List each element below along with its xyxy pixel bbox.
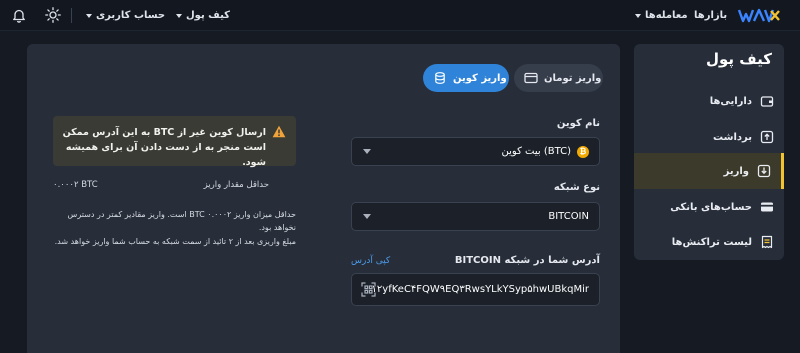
chevron-down-icon — [363, 149, 371, 154]
tab-label: واریز کوین — [453, 72, 507, 84]
min-deposit-value: ۰.۰۰۰۲ BTC — [53, 180, 98, 190]
nav-account-label: حساب کاربری — [96, 10, 166, 21]
nav-divider — [71, 8, 72, 23]
receipt-icon — [761, 235, 773, 249]
sidebar-item-deposit[interactable]: واریز — [634, 153, 784, 189]
nav-markets[interactable]: بازارها — [694, 0, 727, 31]
warning-text: ارسال کوین غیر از BTC به این آدرس ممکن ا… — [62, 127, 266, 168]
copy-address-link[interactable]: کپی آدرس — [351, 256, 390, 266]
nav-account[interactable]: حساب کاربری — [86, 0, 165, 31]
coin-select[interactable]: بیت کوین (BTC) ₿ — [351, 137, 600, 166]
sidebar-item-withdraw[interactable]: برداشت — [634, 119, 784, 155]
tab-label: واریز تومان — [544, 72, 602, 84]
bell-icon[interactable] — [12, 8, 26, 23]
upload-icon — [760, 130, 774, 144]
nav-trades-label: معامله‌ها — [645, 10, 688, 21]
logo[interactable] — [738, 8, 780, 23]
confirmation-note: مبلغ واریزی بعد از ۲ تائید از سمت شبکه ب… — [54, 237, 296, 246]
card-icon — [524, 72, 538, 84]
sidebar-item-assets[interactable]: دارایی‌ها — [634, 83, 784, 119]
sidebar-item-label: واریز — [723, 165, 749, 177]
deposit-address-box: ۱۲yfKeC۴FQW۹EQ۳RwsYLkYSyp۵hwUBkqMir — [351, 273, 600, 306]
tab-deposit-toman[interactable]: واریز تومان — [514, 64, 603, 92]
download-icon — [757, 164, 771, 178]
min-deposit-note: حداقل میزان واریز BTC ۰.۰۰۰۲ است. واریز … — [67, 210, 296, 232]
nav-wallet-label: کیف پول — [186, 10, 230, 21]
network-select-value: BITCOIN — [548, 211, 589, 222]
warning-icon — [272, 125, 286, 138]
chevron-down-icon — [176, 13, 182, 18]
network-select[interactable]: BITCOIN — [351, 202, 600, 231]
coin-select-value-wrap: بیت کوین (BTC) ₿ — [502, 138, 589, 165]
sidebar-item-transactions[interactable]: لیست تراکنش‌ها — [634, 224, 784, 260]
sidebar-item-bank-accounts[interactable]: حساب‌های بانکی — [634, 189, 784, 225]
bitcoin-icon: ₿ — [577, 145, 589, 158]
coin-select-value: بیت کوین (BTC) — [501, 146, 571, 157]
top-navbar: بازارها معامله‌ها کیف پول حساب کاربری — [0, 0, 800, 31]
nav-markets-label: بازارها — [694, 10, 728, 21]
sidebar-item-label: دارایی‌ها — [709, 95, 752, 107]
nav-wallet[interactable]: کیف پول — [176, 0, 230, 31]
tab-deposit-coin[interactable]: واریز کوین — [423, 64, 509, 92]
coins-icon — [435, 72, 445, 84]
wallet-sidebar: کیف پول دارایی‌ها برداشت واریز حساب‌های … — [634, 44, 784, 260]
network-select-value-wrap: BITCOIN — [548, 203, 589, 230]
sidebar-item-label: برداشت — [713, 131, 752, 143]
chevron-down-icon — [86, 13, 92, 18]
card-icon — [761, 202, 773, 212]
chevron-down-icon — [363, 214, 371, 219]
nav-trades[interactable]: معامله‌ها — [635, 0, 688, 31]
sidebar-title: کیف پول — [706, 50, 772, 68]
network-label: نوع شبکه — [553, 182, 600, 193]
coin-name-label: نام کوین — [556, 118, 600, 129]
wallet-icon — [760, 96, 774, 107]
sidebar-item-label: لیست تراکنش‌ها — [671, 236, 752, 248]
deposit-address: ۱۲yfKeC۴FQW۹EQ۳RwsYLkYSyp۵hwUBkqMir — [371, 284, 589, 295]
address-label: آدرس شما در شبکه BITCOIN — [454, 255, 600, 266]
chevron-down-icon — [635, 13, 641, 18]
min-deposit-label: حداقل مقدار واریز — [203, 180, 269, 190]
warning-box: ارسال کوین غیر از BTC به این آدرس ممکن ا… — [53, 116, 296, 168]
sun-icon[interactable] — [45, 7, 61, 23]
sidebar-item-label: حساب‌های بانکی — [670, 201, 752, 213]
